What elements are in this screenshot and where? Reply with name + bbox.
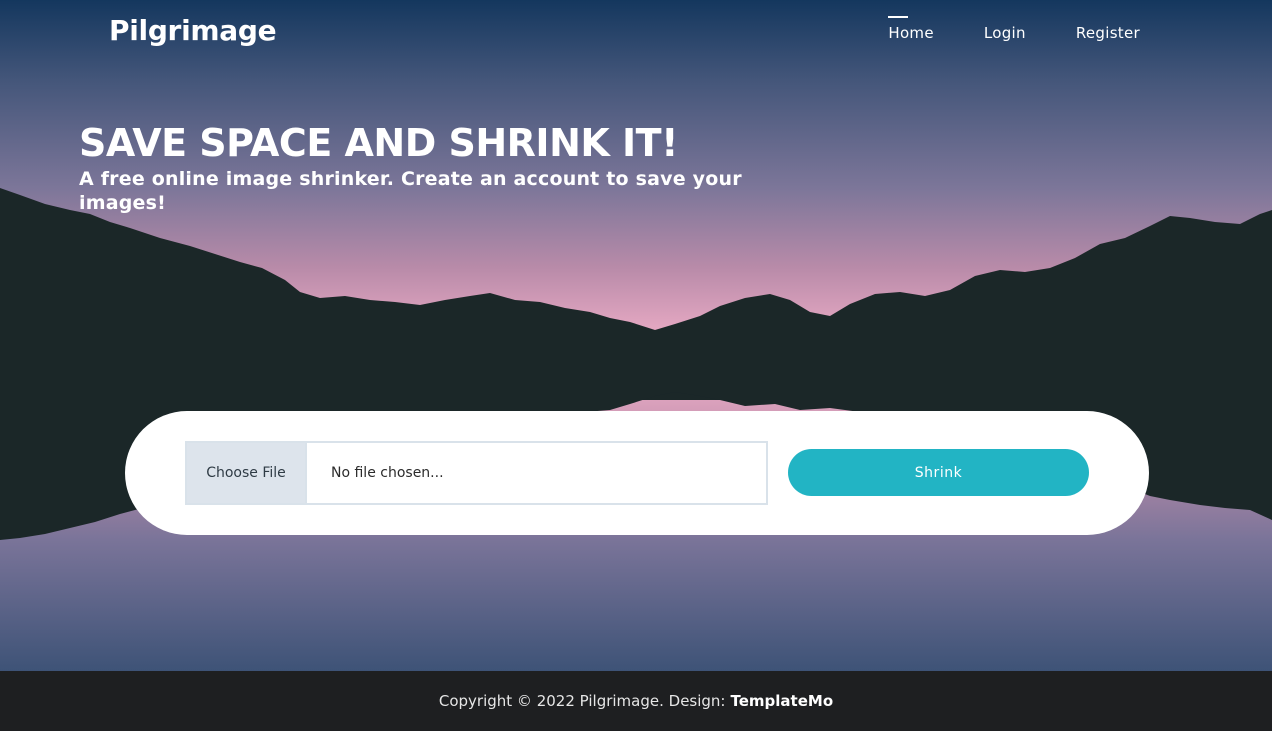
templatemo-link[interactable]: TemplateMo: [731, 692, 834, 710]
site-footer: Copyright © 2022 Pilgrimage. Design: Tem…: [0, 671, 1272, 731]
nav-register-link[interactable]: Register: [1076, 24, 1140, 42]
mountain-landscape-image: [0, 0, 1272, 671]
file-input[interactable]: Choose File No file chosen...: [185, 441, 768, 505]
upload-form: Choose File No file chosen... Shrink: [125, 411, 1149, 535]
hero-subtitle: A free online image shrinker. Create an …: [79, 168, 742, 214]
brand-logo[interactable]: Pilgrimage: [109, 14, 277, 47]
choose-file-button[interactable]: Choose File: [187, 443, 307, 503]
nav-home-link[interactable]: Home: [888, 16, 934, 42]
main-nav: Home Login Register: [888, 16, 1140, 42]
copyright-text: Copyright © 2022 Pilgrimage. Design:: [438, 692, 726, 710]
hero-background: Pilgrimage Home Login Register SAVE SPAC…: [0, 0, 1272, 671]
shrink-button[interactable]: Shrink: [788, 449, 1089, 496]
site-header: Pilgrimage Home Login Register: [0, 0, 1272, 68]
hero-title: SAVE SPACE AND SHRINK IT!: [79, 121, 678, 165]
nav-login-link[interactable]: Login: [984, 24, 1026, 42]
file-status-text: No file chosen...: [331, 465, 444, 481]
